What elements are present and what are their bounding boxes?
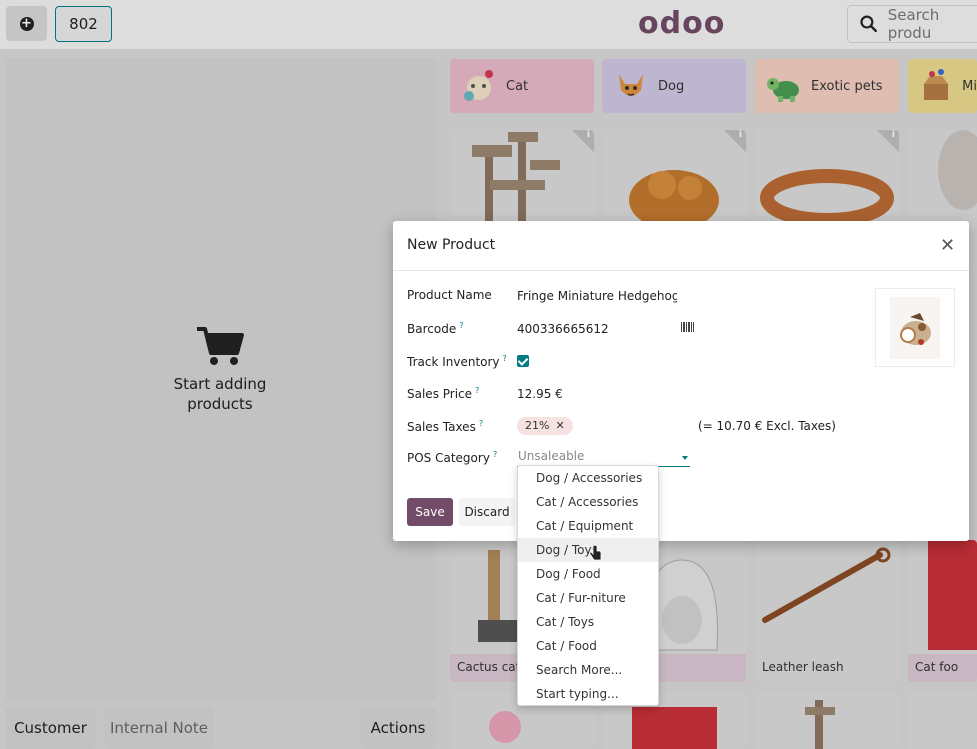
dialog-divider <box>393 270 969 271</box>
search-more-item[interactable]: Search More... <box>518 658 658 682</box>
barcode-field[interactable]: 400336665612 <box>517 322 609 336</box>
hand-cursor-icon <box>589 545 602 561</box>
help-icon: ? <box>492 450 498 459</box>
pos-category-dropdown: Dog / Accessories Cat / Accessories Cat … <box>517 465 659 706</box>
dropdown-item-hovered[interactable]: Dog / Toys <box>518 538 658 562</box>
dropdown-item[interactable]: Dog / Accessories <box>518 466 658 490</box>
start-typing-item: Start typing... <box>536 687 619 701</box>
new-product-dialog: New Product ✕ Product Name Fringe Miniat… <box>393 221 969 541</box>
pos-category-input[interactable]: Unsaleable <box>517 447 690 467</box>
discard-button[interactable]: Discard <box>459 498 515 526</box>
remove-tag-icon[interactable]: ✕ <box>555 419 564 432</box>
sales-taxes-label: Sales Taxes? <box>407 419 484 434</box>
dialog-title: New Product <box>407 237 496 253</box>
dropdown-item[interactable]: Cat / Accessories <box>518 490 658 514</box>
pos-category-label: POS Category? <box>407 450 498 465</box>
help-icon: ? <box>502 354 507 363</box>
sales-price-field[interactable]: 12.95 € <box>517 387 563 401</box>
help-icon: ? <box>478 419 484 428</box>
dropdown-item[interactable]: Cat / Toys <box>518 610 658 634</box>
dropdown-item[interactable]: Cat / Fur-niture <box>518 586 658 610</box>
product-name-field[interactable]: Fringe Miniature Hedgehog D <box>517 289 677 303</box>
product-image-field[interactable] <box>875 288 955 367</box>
tax-tag[interactable]: 21% ✕ <box>517 417 573 435</box>
close-icon[interactable]: ✕ <box>940 237 955 255</box>
dropdown-item[interactable]: Cat / Equipment <box>518 514 658 538</box>
track-inventory-label: Track Inventory? <box>407 354 507 369</box>
save-button[interactable]: Save <box>407 498 453 526</box>
dropdown-item[interactable]: Dog / Food <box>518 562 658 586</box>
barcode-icon[interactable] <box>681 322 694 332</box>
tax-tag-label: 21% <box>525 419 550 432</box>
dropdown-item[interactable]: Cat / Food <box>518 634 658 658</box>
excl-taxes-text: (= 10.70 € Excl. Taxes) <box>698 419 836 433</box>
dropdown-caret-icon[interactable] <box>682 456 688 460</box>
sales-price-label: Sales Price? <box>407 386 480 401</box>
barcode-label: Barcode? <box>407 321 464 336</box>
help-icon: ? <box>459 321 464 330</box>
product-name-label: Product Name <box>407 288 492 302</box>
track-inventory-checkbox[interactable] <box>517 355 529 367</box>
help-icon: ? <box>475 386 480 395</box>
hedgehog-toy-image <box>890 296 940 359</box>
